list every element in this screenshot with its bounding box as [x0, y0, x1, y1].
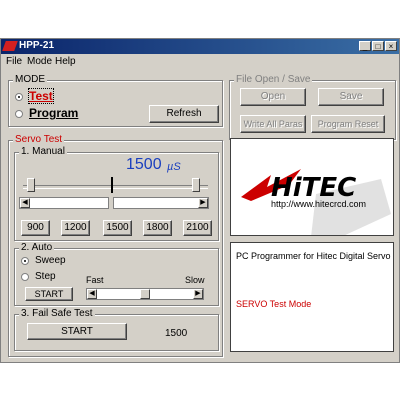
mode-program-label[interactable]: Program	[29, 106, 78, 120]
logo-panel: HiTEC http://www.hitecrcd.com	[230, 138, 394, 236]
status-panel: PC Programmer for Hitec Digital Servo SE…	[230, 242, 394, 352]
servo-test-legend: Servo Test	[13, 134, 65, 145]
preset-1200-button[interactable]: 1200	[61, 220, 90, 236]
manual-value: 1500	[126, 156, 162, 173]
speed-thumb[interactable]	[140, 289, 150, 299]
status-mode-text: SERVO Test Mode	[236, 299, 312, 309]
preset-2100-button[interactable]: 2100	[183, 220, 212, 236]
title-bar[interactable]: HPP-21 _ □ ×	[1, 39, 399, 54]
failsafe-group: 3. Fail Safe Test START 1500	[14, 308, 219, 351]
fast-label: Fast	[86, 275, 104, 285]
preset-1500-button[interactable]: 1500	[103, 220, 132, 236]
mode-legend: MODE	[13, 74, 47, 85]
speed-scrollbar[interactable]: ◀ ▶	[86, 288, 204, 300]
sweep-radio[interactable]	[21, 257, 29, 265]
menu-help[interactable]: Help	[55, 56, 76, 67]
position-slider-track	[23, 185, 208, 189]
status-title: PC Programmer for Hitec Digital Servo	[236, 251, 391, 261]
max-limit-handle[interactable]	[192, 178, 200, 192]
program-reset-button[interactable]: Program Reset	[311, 115, 385, 133]
failsafe-legend: 3. Fail Safe Test	[19, 308, 95, 319]
window-title: HPP-21	[19, 40, 55, 51]
preset-900-button[interactable]: 900	[21, 220, 50, 236]
save-button[interactable]: Save	[318, 88, 384, 106]
app-window: HPP-21 _ □ × File Mode Help MODE Test Pr…	[0, 38, 400, 363]
sweep-label[interactable]: Sweep	[35, 255, 66, 266]
logo-url[interactable]: http://www.hitecrcd.com	[271, 199, 366, 209]
mode-program-radio[interactable]	[15, 110, 23, 118]
step-label[interactable]: Step	[35, 271, 56, 282]
auto-start-button[interactable]: START	[25, 287, 73, 301]
manual-group: 1. Manual 1500 µS ◀ ▶ 900 1200 1500 1800…	[14, 146, 219, 241]
refresh-button[interactable]: Refresh	[149, 105, 219, 123]
position-slider-thumb[interactable]	[111, 177, 113, 193]
minimize-button[interactable]: _	[359, 41, 371, 51]
write-all-paras-button[interactable]: Write All Paras	[240, 115, 306, 133]
left-scrollbar[interactable]: ◀	[19, 197, 109, 209]
manual-legend: 1. Manual	[19, 146, 67, 157]
servo-test-group: Servo Test 1. Manual 1500 µS ◀ ▶ 900 120…	[8, 134, 223, 357]
hitec-logo-icon: HiTEC	[241, 169, 391, 235]
close-button[interactable]: ×	[385, 41, 397, 51]
maximize-button[interactable]: □	[372, 41, 384, 51]
scroll-right-icon[interactable]: ▶	[198, 198, 208, 208]
scroll-left-icon[interactable]: ◀	[20, 198, 30, 208]
failsafe-start-button[interactable]: START	[27, 323, 127, 340]
mode-test-radio[interactable]	[15, 93, 23, 101]
step-radio[interactable]	[21, 273, 29, 281]
file-group-legend: File Open / Save	[234, 74, 313, 85]
mode-test-label[interactable]: Test	[28, 88, 54, 104]
auto-legend: 2. Auto	[19, 242, 55, 253]
right-scrollbar[interactable]: ▶	[113, 197, 209, 209]
open-button[interactable]: Open	[240, 88, 306, 106]
preset-1800-button[interactable]: 1800	[143, 220, 172, 236]
slow-label: Slow	[185, 275, 205, 285]
min-limit-handle[interactable]	[27, 178, 35, 192]
mode-group: MODE Test Program Refresh	[8, 74, 223, 127]
failsafe-value: 1500	[165, 328, 188, 339]
auto-group: 2. Auto Sweep Step Fast Slow START ◀ ▶	[14, 242, 219, 306]
menu-bar: File Mode Help	[1, 54, 399, 68]
speed-left-icon[interactable]: ◀	[87, 289, 97, 299]
app-logo-icon	[2, 41, 18, 51]
menu-file[interactable]: File	[6, 56, 22, 67]
manual-unit: µS	[167, 161, 181, 173]
menu-mode[interactable]: Mode	[27, 56, 52, 67]
file-group: File Open / Save Open Save Write All Par…	[229, 74, 396, 140]
speed-right-icon[interactable]: ▶	[193, 289, 203, 299]
